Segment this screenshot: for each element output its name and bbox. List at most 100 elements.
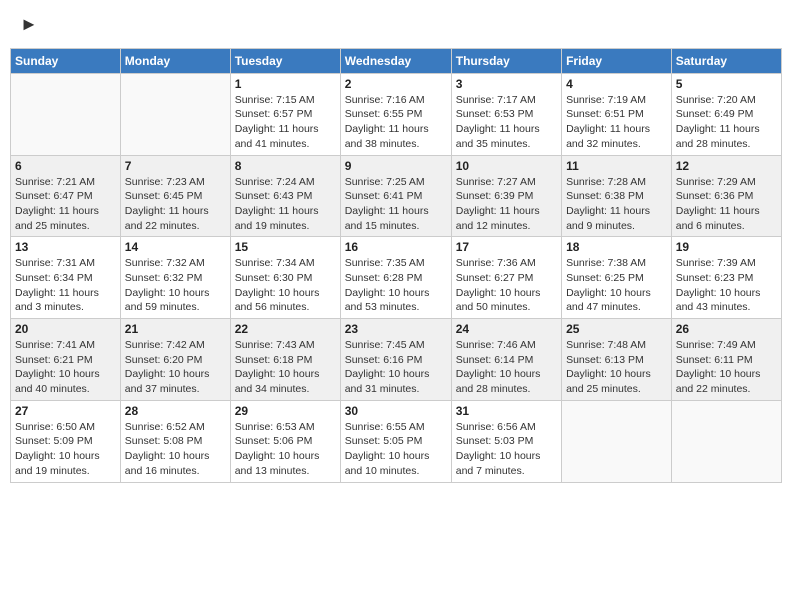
calendar-day-cell [11, 73, 121, 155]
calendar-day-cell: 31 Sunrise: 6:56 AMSunset: 5:03 PMDayligh… [451, 400, 561, 482]
day-number: 11 [566, 159, 667, 173]
day-number: 30 [345, 404, 447, 418]
calendar-day-cell: 15 Sunrise: 7:34 AMSunset: 6:30 PMDayligh… [230, 237, 340, 319]
day-detail: Sunrise: 6:56 AMSunset: 5:03 PMDaylight:… [456, 420, 557, 479]
calendar-day-cell: 10 Sunrise: 7:27 AMSunset: 6:39 PMDayligh… [451, 155, 561, 237]
day-number: 13 [15, 240, 116, 254]
calendar-day-cell: 18 Sunrise: 7:38 AMSunset: 6:25 PMDayligh… [562, 237, 672, 319]
day-detail: Sunrise: 7:27 AMSunset: 6:39 PMDaylight:… [456, 175, 557, 234]
calendar-week-row: 13 Sunrise: 7:31 AMSunset: 6:34 PMDayligh… [11, 237, 782, 319]
day-detail: Sunrise: 6:53 AMSunset: 5:06 PMDaylight:… [235, 420, 336, 479]
calendar-day-cell: 23 Sunrise: 7:45 AMSunset: 6:16 PMDayligh… [340, 319, 451, 401]
calendar-day-cell: 16 Sunrise: 7:35 AMSunset: 6:28 PMDayligh… [340, 237, 451, 319]
day-of-week-header: Sunday [11, 48, 121, 73]
day-number: 23 [345, 322, 447, 336]
day-detail: Sunrise: 7:34 AMSunset: 6:30 PMDaylight:… [235, 256, 336, 315]
calendar-day-cell: 9 Sunrise: 7:25 AMSunset: 6:41 PMDaylight… [340, 155, 451, 237]
page-header: ► [10, 10, 782, 40]
calendar-table: SundayMondayTuesdayWednesdayThursdayFrid… [10, 48, 782, 483]
calendar-day-cell: 21 Sunrise: 7:42 AMSunset: 6:20 PMDayligh… [120, 319, 230, 401]
calendar-week-row: 20 Sunrise: 7:41 AMSunset: 6:21 PMDayligh… [11, 319, 782, 401]
calendar-day-cell: 19 Sunrise: 7:39 AMSunset: 6:23 PMDayligh… [671, 237, 781, 319]
day-detail: Sunrise: 6:52 AMSunset: 5:08 PMDaylight:… [125, 420, 226, 479]
logo: ► [20, 15, 38, 35]
calendar-week-row: 27Sunrise: 6:50 AMSunset: 5:09 PMDayligh… [11, 400, 782, 482]
calendar-day-cell: 4 Sunrise: 7:19 AMSunset: 6:51 PMDaylight… [562, 73, 672, 155]
day-number: 6 [15, 159, 116, 173]
day-detail: Sunrise: 7:41 AMSunset: 6:21 PMDaylight:… [15, 338, 116, 397]
calendar-day-cell: 26 Sunrise: 7:49 AMSunset: 6:11 PMDayligh… [671, 319, 781, 401]
day-detail: Sunrise: 7:19 AMSunset: 6:51 PMDaylight:… [566, 93, 667, 152]
day-of-week-header: Saturday [671, 48, 781, 73]
day-detail: Sunrise: 7:31 AMSunset: 6:34 PMDaylight:… [15, 256, 116, 315]
day-number: 8 [235, 159, 336, 173]
day-number: 9 [345, 159, 447, 173]
day-number: 28 [125, 404, 226, 418]
day-number: 26 [676, 322, 777, 336]
day-detail: Sunrise: 7:35 AMSunset: 6:28 PMDaylight:… [345, 256, 447, 315]
day-number: 14 [125, 240, 226, 254]
day-number: 10 [456, 159, 557, 173]
day-detail: Sunrise: 7:42 AMSunset: 6:20 PMDaylight:… [125, 338, 226, 397]
day-detail: Sunrise: 7:24 AMSunset: 6:43 PMDaylight:… [235, 175, 336, 234]
day-of-week-header: Thursday [451, 48, 561, 73]
day-detail: Sunrise: 7:49 AMSunset: 6:11 PMDaylight:… [676, 338, 777, 397]
day-detail: Sunrise: 7:43 AMSunset: 6:18 PMDaylight:… [235, 338, 336, 397]
day-detail: Sunrise: 7:46 AMSunset: 6:14 PMDaylight:… [456, 338, 557, 397]
day-detail: Sunrise: 6:55 AMSunset: 5:05 PMDaylight:… [345, 420, 447, 479]
day-number: 5 [676, 77, 777, 91]
day-number: 16 [345, 240, 447, 254]
calendar-day-cell: 29Sunrise: 6:53 AMSunset: 5:06 PMDayligh… [230, 400, 340, 482]
calendar-day-cell: 12 Sunrise: 7:29 AMSunset: 6:36 PMDayligh… [671, 155, 781, 237]
calendar-day-cell: 5 Sunrise: 7:20 AMSunset: 6:49 PMDaylight… [671, 73, 781, 155]
day-number: 12 [676, 159, 777, 173]
day-number: 2 [345, 77, 447, 91]
day-detail: Sunrise: 7:36 AMSunset: 6:27 PMDaylight:… [456, 256, 557, 315]
day-of-week-header: Monday [120, 48, 230, 73]
day-number: 20 [15, 322, 116, 336]
day-detail: Sunrise: 7:29 AMSunset: 6:36 PMDaylight:… [676, 175, 777, 234]
day-of-week-header: Friday [562, 48, 672, 73]
calendar-day-cell: 30 Sunrise: 6:55 AMSunset: 5:05 PMDayligh… [340, 400, 451, 482]
calendar-day-cell: 22 Sunrise: 7:43 AMSunset: 6:18 PMDayligh… [230, 319, 340, 401]
day-number: 31 [456, 404, 557, 418]
calendar-day-cell: 3Sunrise: 7:17 AMSunset: 6:53 PMDaylight… [451, 73, 561, 155]
day-of-week-header: Wednesday [340, 48, 451, 73]
calendar-week-row: 1 Sunrise: 7:15 AMSunset: 6:57 PMDaylight… [11, 73, 782, 155]
calendar-day-cell: 17Sunrise: 7:36 AMSunset: 6:27 PMDayligh… [451, 237, 561, 319]
day-number: 4 [566, 77, 667, 91]
calendar-day-cell: 7Sunrise: 7:23 AMSunset: 6:45 PMDaylight… [120, 155, 230, 237]
calendar-day-cell: 25 Sunrise: 7:48 AMSunset: 6:13 PMDayligh… [562, 319, 672, 401]
day-detail: Sunrise: 7:38 AMSunset: 6:25 PMDaylight:… [566, 256, 667, 315]
calendar-week-row: 6 Sunrise: 7:21 AMSunset: 6:47 PMDaylight… [11, 155, 782, 237]
calendar-day-cell: 2Sunrise: 7:16 AMSunset: 6:55 PMDaylight… [340, 73, 451, 155]
day-detail: Sunrise: 7:21 AMSunset: 6:47 PMDaylight:… [15, 175, 116, 234]
day-of-week-header: Tuesday [230, 48, 340, 73]
day-detail: Sunrise: 7:48 AMSunset: 6:13 PMDaylight:… [566, 338, 667, 397]
day-detail: Sunrise: 7:25 AMSunset: 6:41 PMDaylight:… [345, 175, 447, 234]
day-detail: Sunrise: 7:20 AMSunset: 6:49 PMDaylight:… [676, 93, 777, 152]
day-detail: Sunrise: 7:45 AMSunset: 6:16 PMDaylight:… [345, 338, 447, 397]
day-number: 25 [566, 322, 667, 336]
calendar-day-cell: 28 Sunrise: 6:52 AMSunset: 5:08 PMDayligh… [120, 400, 230, 482]
day-number: 15 [235, 240, 336, 254]
day-detail: Sunrise: 7:39 AMSunset: 6:23 PMDaylight:… [676, 256, 777, 315]
calendar-day-cell [120, 73, 230, 155]
calendar-day-cell: 11 Sunrise: 7:28 AMSunset: 6:38 PMDayligh… [562, 155, 672, 237]
day-number: 7 [125, 159, 226, 173]
day-detail: Sunrise: 7:15 AMSunset: 6:57 PMDaylight:… [235, 93, 336, 152]
day-number: 24 [456, 322, 557, 336]
calendar-day-cell: 13 Sunrise: 7:31 AMSunset: 6:34 PMDayligh… [11, 237, 121, 319]
calendar-day-cell [671, 400, 781, 482]
day-detail: Sunrise: 7:28 AMSunset: 6:38 PMDaylight:… [566, 175, 667, 234]
calendar-day-cell: 6 Sunrise: 7:21 AMSunset: 6:47 PMDaylight… [11, 155, 121, 237]
day-number: 1 [235, 77, 336, 91]
day-number: 21 [125, 322, 226, 336]
calendar-day-cell: 27Sunrise: 6:50 AMSunset: 5:09 PMDayligh… [11, 400, 121, 482]
day-number: 22 [235, 322, 336, 336]
day-number: 19 [676, 240, 777, 254]
calendar-day-cell: 1 Sunrise: 7:15 AMSunset: 6:57 PMDaylight… [230, 73, 340, 155]
day-detail: Sunrise: 7:17 AMSunset: 6:53 PMDaylight:… [456, 93, 557, 152]
calendar-day-cell: 8 Sunrise: 7:24 AMSunset: 6:43 PMDaylight… [230, 155, 340, 237]
day-number: 18 [566, 240, 667, 254]
